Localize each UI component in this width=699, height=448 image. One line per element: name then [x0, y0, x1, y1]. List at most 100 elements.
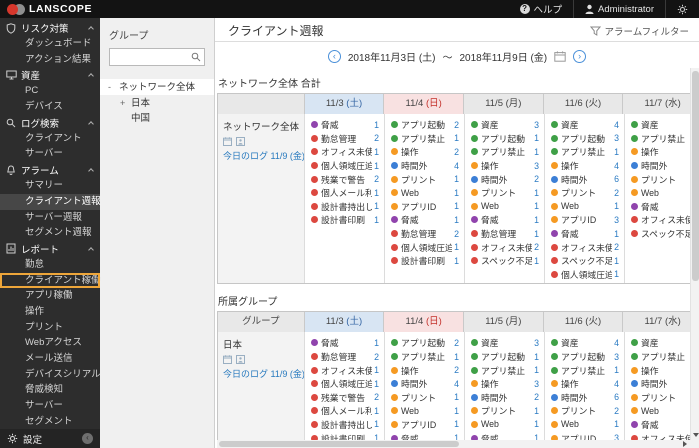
- alarm-entry[interactable]: 操作: [625, 363, 699, 377]
- alarm-entry[interactable]: 時間外: [625, 377, 699, 391]
- alarm-entry[interactable]: スペック不足: [625, 227, 699, 241]
- alarm-entry[interactable]: プリント 2: [545, 186, 624, 200]
- calendar-small-icon[interactable]: [223, 137, 232, 146]
- alarm-entry[interactable]: アプリ禁止 1: [545, 363, 624, 377]
- alarm-entry[interactable]: プリント 1: [385, 391, 464, 405]
- alarm-entry[interactable]: Web: [625, 186, 699, 200]
- alarm-entry[interactable]: 設計書印刷 1: [385, 254, 464, 268]
- prev-week-button[interactable]: ‹: [327, 50, 341, 63]
- alarm-entry[interactable]: スペック不足 1: [545, 254, 624, 268]
- alarm-entry[interactable]: プリント: [625, 172, 699, 186]
- alarm-entry[interactable]: 資産 4: [545, 118, 624, 132]
- sidebar-section-assets[interactable]: 資産: [0, 67, 100, 83]
- topbar-gear-button[interactable]: [666, 0, 699, 18]
- alarm-entry[interactable]: アプリ起動 3: [545, 350, 624, 364]
- alarm-entry[interactable]: 脅威: [625, 200, 699, 214]
- alarm-entry[interactable]: 操作 3: [465, 159, 544, 173]
- scroll-right-arrow[interactable]: [683, 441, 687, 447]
- alarm-entry[interactable]: アプリ禁止: [625, 132, 699, 146]
- alarm-entry[interactable]: 時間外: [625, 159, 699, 173]
- alarm-entry[interactable]: 操作 4: [545, 159, 624, 173]
- alarm-entry[interactable]: 設計書印刷 1: [305, 213, 384, 227]
- alarm-entry[interactable]: 勤怠管理 1: [465, 227, 544, 241]
- alarm-entry[interactable]: 脅威 1: [305, 118, 384, 132]
- alarm-entry[interactable]: 資産 3: [465, 118, 544, 132]
- alarm-entry[interactable]: オフィス未使用1: [305, 363, 384, 377]
- sidebar-item-threat-detection[interactable]: 脅威検知: [0, 382, 100, 398]
- sidebar-item-client[interactable]: クライアント: [0, 131, 100, 147]
- sidebar-item-web-access[interactable]: Webアクセス: [0, 335, 100, 351]
- alarm-entry[interactable]: オフィス未使用: [625, 213, 699, 227]
- alarm-entry[interactable]: 資産 3: [465, 336, 544, 350]
- alarm-entry[interactable]: プリント 2: [545, 404, 624, 418]
- sidebar-section-log-search[interactable]: ログ検索: [0, 115, 100, 131]
- alarm-entry[interactable]: Web 1: [545, 418, 624, 432]
- alarm-entry[interactable]: オフィス未使用1: [305, 145, 384, 159]
- alarm-entry[interactable]: 個人領域圧迫 1: [545, 268, 624, 282]
- alarm-entry[interactable]: 勤怠管理 2: [305, 350, 384, 364]
- sidebar-item-segment[interactable]: セグメント: [0, 414, 100, 430]
- alarm-entry[interactable]: アプリ禁止 1: [385, 132, 464, 146]
- tree-item-network-all[interactable]: - ネットワーク全体: [100, 79, 214, 95]
- alarm-entry[interactable]: オフィス未使用2: [545, 240, 624, 254]
- alarm-entry[interactable]: 資産: [625, 118, 699, 132]
- alarm-entry[interactable]: 操作 2: [385, 145, 464, 159]
- alarm-entry[interactable]: 個人領域圧迫 1: [305, 159, 384, 173]
- user-small-icon[interactable]: [236, 137, 245, 146]
- alarm-entry[interactable]: Web 1: [385, 186, 464, 200]
- alarm-entry[interactable]: 時間外 2: [465, 391, 544, 405]
- sidebar-item-operation[interactable]: 操作: [0, 304, 100, 320]
- alarm-entry[interactable]: アプリ起動 2: [385, 118, 464, 132]
- alarm-entry[interactable]: 脅威 1: [465, 213, 544, 227]
- alarm-entry[interactable]: スペック不足 1: [465, 254, 544, 268]
- calendar-button[interactable]: [554, 51, 566, 62]
- sidebar-item-devices[interactable]: デバイス: [0, 99, 100, 115]
- alarm-entry[interactable]: 脅威: [625, 418, 699, 432]
- alarm-entry[interactable]: プリント 1: [385, 172, 464, 186]
- sidebar-item-client-operation[interactable]: クライアント稼働: [0, 272, 101, 289]
- sidebar-item-dashboard[interactable]: ダッシュボード: [0, 36, 100, 52]
- alarm-entry[interactable]: 個人メール利用1: [305, 404, 384, 418]
- user-small-icon[interactable]: [236, 355, 245, 365]
- sidebar-item-device-serial[interactable]: デバイスシリアル: [0, 367, 101, 383]
- sidebar-item-app-operation[interactable]: アプリ稼働: [0, 288, 100, 304]
- alarm-entry[interactable]: アプリ起動 1: [465, 350, 544, 364]
- alarm-entry[interactable]: アプリID 1: [385, 200, 464, 214]
- alarm-entry[interactable]: 時間外 4: [385, 377, 464, 391]
- alarm-entry[interactable]: アプリ禁止 1: [465, 145, 544, 159]
- next-week-button[interactable]: ›: [573, 50, 587, 63]
- alarm-entry[interactable]: 時間外 6: [545, 172, 624, 186]
- alarm-entry[interactable]: Web 1: [385, 404, 464, 418]
- alarm-entry[interactable]: 残業で警告 2: [305, 391, 384, 405]
- collapse-sidebar-button[interactable]: ‹: [82, 433, 93, 444]
- sidebar-item-pc[interactable]: PC: [0, 83, 100, 99]
- sidebar-item-attendance[interactable]: 勤怠: [0, 257, 100, 273]
- alarm-entry[interactable]: アプリ禁止 1: [545, 145, 624, 159]
- alarm-filter-button[interactable]: アラームフィルター: [589, 24, 689, 38]
- vertical-scrollbar[interactable]: [690, 68, 699, 440]
- sidebar-item-segment-weekly-report[interactable]: セグメント週報: [0, 225, 100, 241]
- alarm-entry[interactable]: 勤怠管理 2: [385, 227, 464, 241]
- alarm-entry[interactable]: 操作 2: [385, 363, 464, 377]
- horizontal-scrollbar-thumb[interactable]: [219, 441, 459, 447]
- sidebar-item-server-report[interactable]: サーバー: [0, 398, 100, 414]
- scroll-down-arrow[interactable]: [693, 433, 699, 437]
- tree-item-china[interactable]: 中国: [100, 111, 214, 127]
- alarm-entry[interactable]: 時間外 2: [465, 172, 544, 186]
- alarm-entry[interactable]: プリント 1: [465, 404, 544, 418]
- alarm-entry[interactable]: Web 1: [545, 200, 624, 214]
- alarm-entry[interactable]: プリント 1: [465, 186, 544, 200]
- horizontal-scrollbar[interactable]: [217, 440, 690, 448]
- sidebar-item-action-results[interactable]: アクション結果: [0, 52, 100, 68]
- alarm-entry[interactable]: 設計書持出し 1: [305, 418, 384, 432]
- sidebar-section-report[interactable]: レポート: [0, 241, 100, 257]
- sidebar-item-client-weekly-report[interactable]: クライアント週報: [0, 193, 101, 210]
- alarm-entry[interactable]: 勤怠管理 2: [305, 132, 384, 146]
- sidebar-section-risk[interactable]: リスク対策: [0, 20, 100, 36]
- alarm-entry[interactable]: プリント: [625, 391, 699, 405]
- sidebar-item-print[interactable]: プリント: [0, 320, 100, 336]
- sidebar-item-mail-send[interactable]: メール送信: [0, 351, 100, 367]
- alarm-entry[interactable]: 資産: [625, 336, 699, 350]
- tree-item-japan[interactable]: + 日本: [100, 95, 214, 111]
- alarm-entry[interactable]: アプリ禁止: [625, 350, 699, 364]
